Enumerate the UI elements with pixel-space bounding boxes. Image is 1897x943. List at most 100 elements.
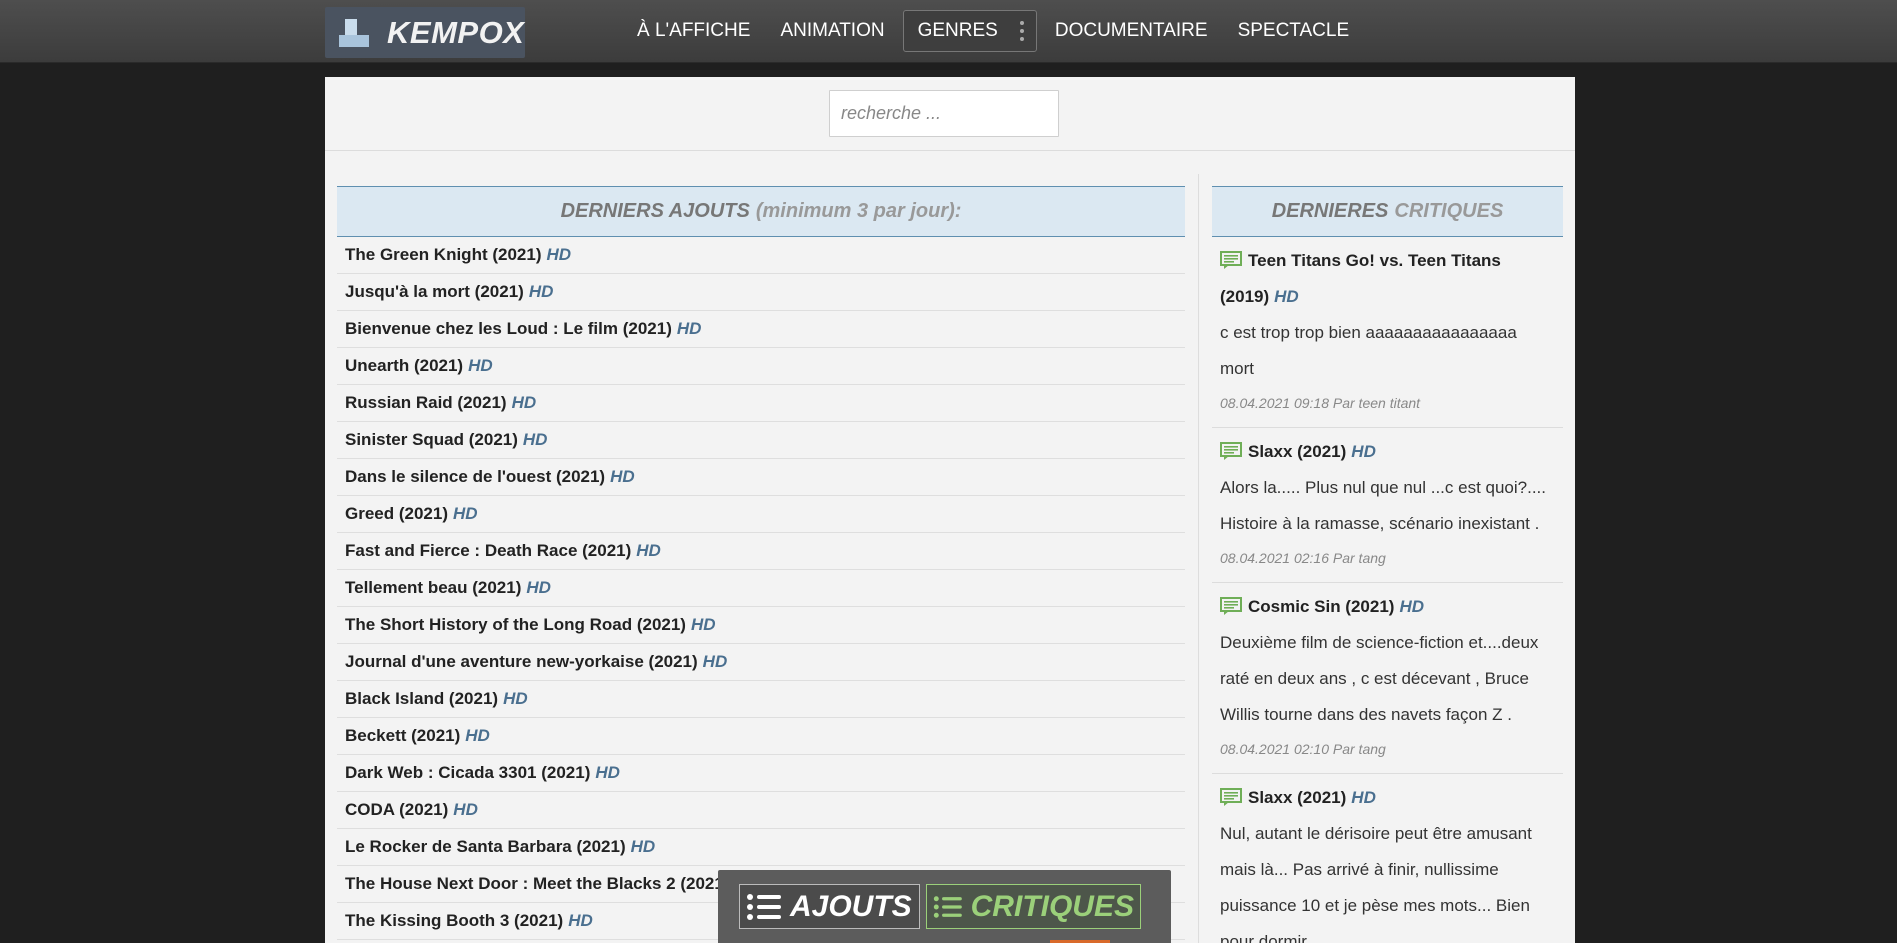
review-meta: 08.04.2021 09:18 Par teen titant bbox=[1220, 395, 1421, 411]
review-item: Teen Titans Go! vs. Teen Titans (2019) HD… bbox=[1212, 237, 1563, 428]
film-row[interactable]: Fast and Fierce : Death Race (2021) HD bbox=[337, 533, 1185, 570]
film-row[interactable]: Sinister Squad (2021) HD bbox=[337, 422, 1185, 459]
hd-badge: HD bbox=[1274, 287, 1299, 306]
kempox-logo-icon bbox=[339, 17, 371, 49]
search-area bbox=[325, 77, 1575, 151]
review-text: Deuxième film de science-fiction et....d… bbox=[1220, 633, 1539, 724]
top-navbar: KEMPOX À L'AFFICHE ANIMATION GENRES DOCU… bbox=[0, 0, 1897, 63]
hd-badge: HD bbox=[511, 393, 537, 412]
site-logo[interactable]: KEMPOX bbox=[325, 7, 525, 58]
film-row[interactable]: Russian Raid (2021) HD bbox=[337, 385, 1185, 422]
nav-item-genres[interactable]: GENRES bbox=[902, 10, 1037, 52]
film-title: Fast and Fierce : Death Race (2021) bbox=[345, 541, 632, 560]
hd-badge: HD bbox=[702, 652, 728, 671]
film-title: Dark Web : Cicada 3301 (2021) bbox=[345, 763, 591, 782]
latest-reviews: DERNIERES CRITIQUES Teen Titans Go! vs. … bbox=[1212, 186, 1563, 943]
brand-name: KEMPOX bbox=[387, 14, 525, 50]
film-row[interactable]: Jusqu'à la mort (2021) HD bbox=[337, 274, 1185, 311]
film-title: The House Next Door : Meet the Blacks 2 … bbox=[345, 874, 730, 893]
nav-item-genres-label: GENRES bbox=[917, 20, 998, 41]
review-film: Slaxx (2021) bbox=[1248, 442, 1347, 461]
film-title: The Short History of the Long Road (2021… bbox=[345, 615, 686, 634]
film-title: Unearth (2021) bbox=[345, 356, 464, 375]
film-title: Journal d'une aventure new-yorkaise (202… bbox=[345, 652, 698, 671]
review-film: Cosmic Sin (2021) bbox=[1248, 597, 1395, 616]
film-row[interactable]: Bienvenue chez les Loud : Le film (2021)… bbox=[337, 311, 1185, 348]
film-title: CODA (2021) bbox=[345, 800, 449, 819]
latest-additions-subtitle: (minimum 3 par jour): bbox=[755, 200, 962, 222]
hd-badge: HD bbox=[1351, 788, 1376, 807]
film-title: Le Rocker de Santa Barbara (2021) bbox=[345, 837, 626, 856]
hd-badge: HD bbox=[1351, 442, 1376, 461]
film-row[interactable]: Greed (2021) HD bbox=[337, 496, 1185, 533]
latest-reviews-header: DERNIERES CRITIQUES bbox=[1212, 186, 1563, 237]
review-title[interactable]: Cosmic Sin (2021) HD bbox=[1220, 589, 1555, 625]
film-row[interactable]: Beckett (2021) HD bbox=[337, 718, 1185, 755]
critiques-button[interactable]: CRITIQUES bbox=[926, 884, 1141, 929]
comment-icon bbox=[1220, 783, 1242, 806]
ajouts-button[interactable]: AJOUTS bbox=[739, 884, 920, 929]
ajouts-label: AJOUTS bbox=[790, 889, 912, 923]
review-meta: 08.04.2021 02:10 Par tang bbox=[1220, 741, 1386, 757]
hd-badge: HD bbox=[465, 726, 490, 745]
film-row[interactable]: Dark Web : Cicada 3301 (2021) HD bbox=[337, 755, 1185, 792]
review-text: Alors la..... Plus nul que nul ...c est … bbox=[1220, 478, 1547, 533]
review-film: Teen Titans Go! vs. Teen Titans (2019) bbox=[1220, 251, 1501, 306]
nav-item-documentaire[interactable]: DOCUMENTAIRE bbox=[1040, 10, 1223, 52]
film-title: Tellement beau (2021) bbox=[345, 578, 522, 597]
review-list: Teen Titans Go! vs. Teen Titans (2019) HD… bbox=[1212, 237, 1563, 943]
review-meta: 08.04.2021 02:16 Par tang bbox=[1220, 550, 1386, 566]
critiques-label: CRITIQUES bbox=[970, 889, 1134, 923]
search-input[interactable] bbox=[829, 90, 1059, 137]
list-icon bbox=[747, 893, 781, 920]
film-row[interactable]: Dans le silence de l'ouest (2021) HD bbox=[337, 459, 1185, 496]
nav-item-a-l-affiche[interactable]: À L'AFFICHE bbox=[622, 10, 765, 52]
latest-additions-header: DERNIERS AJOUTS (minimum 3 par jour): bbox=[337, 186, 1185, 237]
film-row[interactable]: Le Rocker de Santa Barbara (2021) HD bbox=[337, 829, 1185, 866]
latest-additions-title: DERNIERS AJOUTS bbox=[560, 200, 750, 222]
hd-badge: HD bbox=[468, 356, 493, 375]
main-nav: À L'AFFICHE ANIMATION GENRES DOCUMENTAIR… bbox=[622, 10, 1364, 52]
hd-badge: HD bbox=[630, 837, 656, 856]
film-title: Greed (2021) bbox=[345, 504, 448, 523]
film-row[interactable]: The Green Knight (2021) HD bbox=[337, 237, 1185, 274]
film-title: Beckett (2021) bbox=[345, 726, 461, 745]
latest-reviews-title-b: CRITIQUES bbox=[1394, 200, 1504, 222]
review-item: Slaxx (2021) HD Alors la..... Plus nul que… bbox=[1212, 428, 1563, 583]
latest-reviews-title-a: DERNIERES bbox=[1271, 200, 1389, 222]
film-list: The Green Knight (2021) HD Jusqu'à la mort… bbox=[337, 237, 1185, 940]
film-row[interactable]: CODA (2021) HD bbox=[337, 792, 1185, 829]
hd-badge: HD bbox=[1399, 597, 1425, 616]
bottom-bar: AJOUTS CRITIQUES bbox=[718, 870, 1171, 943]
film-row[interactable]: The Short History of the Long Road (2021… bbox=[337, 607, 1185, 644]
hd-badge: HD bbox=[568, 911, 593, 930]
review-title[interactable]: Teen Titans Go! vs. Teen Titans (2019) HD bbox=[1220, 243, 1555, 315]
hd-badge: HD bbox=[676, 319, 702, 338]
latest-additions: DERNIERS AJOUTS (minimum 3 par jour): Th… bbox=[337, 186, 1185, 940]
more-vertical-icon bbox=[1019, 21, 1024, 41]
film-row[interactable]: Black Island (2021) HD bbox=[337, 681, 1185, 718]
hd-badge: HD bbox=[610, 467, 635, 486]
film-row[interactable]: Journal d'une aventure new-yorkaise (202… bbox=[337, 644, 1185, 681]
review-text: Nul, autant le dérisoire peut être amusa… bbox=[1220, 824, 1532, 943]
list-icon bbox=[933, 895, 962, 918]
film-title: The Green Knight (2021) bbox=[345, 245, 542, 264]
nav-item-animation[interactable]: ANIMATION bbox=[765, 10, 899, 52]
review-title[interactable]: Slaxx (2021) HD bbox=[1220, 780, 1555, 816]
column-divider bbox=[1198, 174, 1199, 943]
review-item: Cosmic Sin (2021) HD Deuxième film de scie… bbox=[1212, 583, 1563, 774]
film-row[interactable]: Unearth (2021) HD bbox=[337, 348, 1185, 385]
comment-icon bbox=[1220, 437, 1242, 460]
review-title[interactable]: Slaxx (2021) HD bbox=[1220, 434, 1555, 470]
hd-badge: HD bbox=[453, 504, 478, 523]
film-title: Dans le silence de l'ouest (2021) bbox=[345, 467, 606, 486]
hd-badge: HD bbox=[690, 615, 716, 634]
main-panel: DERNIERS AJOUTS (minimum 3 par jour): Th… bbox=[325, 77, 1575, 943]
hd-badge: HD bbox=[636, 541, 661, 560]
film-row[interactable]: Tellement beau (2021) HD bbox=[337, 570, 1185, 607]
hd-badge: HD bbox=[595, 763, 620, 782]
film-title: Bienvenue chez les Loud : Le film (2021) bbox=[345, 319, 672, 338]
film-title: Russian Raid (2021) bbox=[345, 393, 507, 412]
nav-item-spectacle[interactable]: SPECTACLE bbox=[1223, 10, 1365, 52]
review-film: Slaxx (2021) bbox=[1248, 788, 1347, 807]
